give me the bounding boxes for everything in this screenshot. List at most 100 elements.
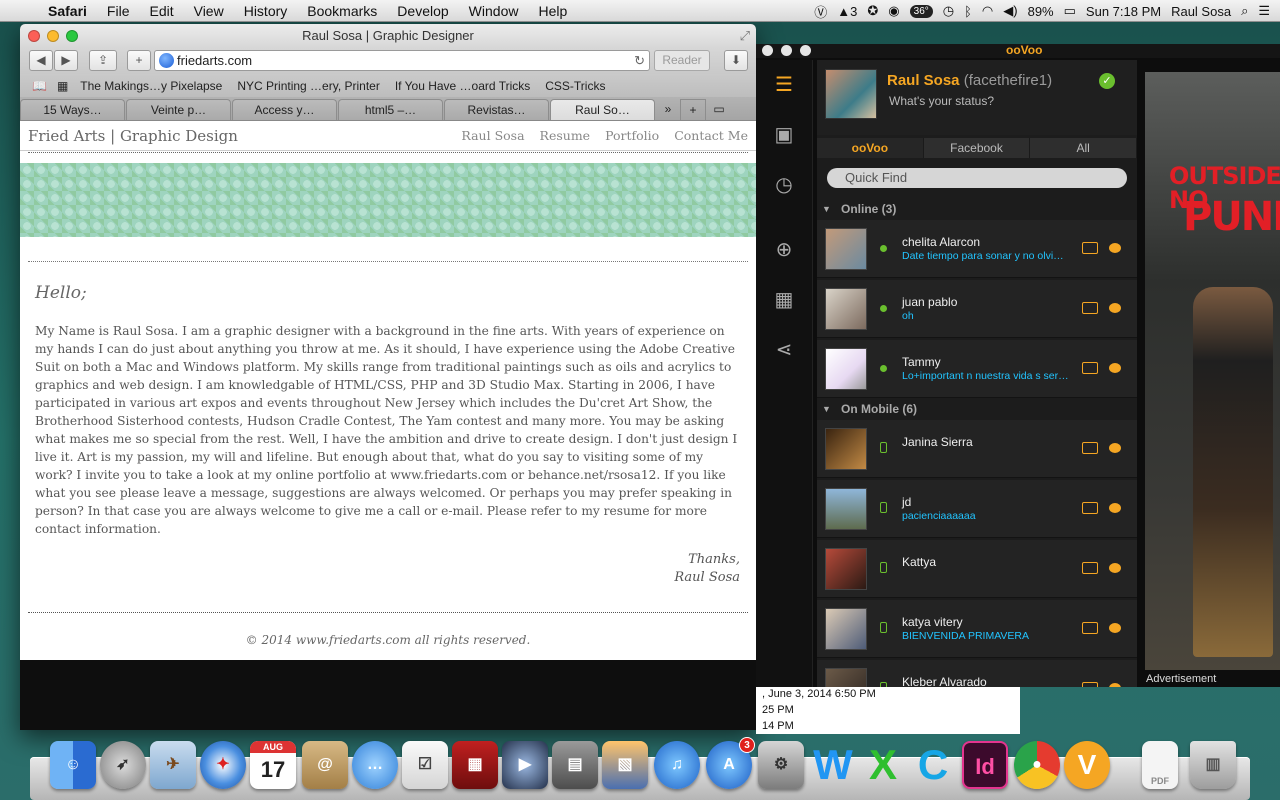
launchpad-icon[interactable]: ➶ — [100, 741, 146, 789]
bookmark-item[interactable]: The Makings…y Pixelapse — [80, 79, 222, 93]
chat-bubble-icon[interactable] — [1109, 683, 1121, 687]
status-prompt[interactable]: What's your status? — [889, 94, 994, 108]
tab[interactable]: 15 Ways… — [20, 99, 125, 120]
reminders-icon[interactable]: ☑ — [402, 741, 448, 789]
filter-tab-facebook[interactable]: Facebook — [923, 138, 1031, 158]
chat-bubble-icon[interactable] — [1109, 443, 1121, 453]
reload-icon[interactable]: ↻ — [634, 51, 645, 70]
tab[interactable]: Revistas… — [444, 99, 549, 120]
messages-icon[interactable]: … — [352, 741, 398, 789]
chat-bubble-icon[interactable] — [1109, 243, 1121, 253]
quick-find-input[interactable]: Quick Find — [827, 168, 1127, 188]
contact-row[interactable]: katya vitery BIENVENIDA PRIMAVERA — [817, 600, 1137, 658]
wifi-icon[interactable]: ◠ — [982, 3, 993, 19]
bookmark-item[interactable]: NYC Printing …ery, Printer — [237, 79, 379, 93]
video-call-icon[interactable] — [1082, 622, 1098, 634]
menu-bookmarks[interactable]: Bookmarks — [297, 3, 387, 19]
facetime-icon[interactable]: ▶ — [502, 741, 548, 789]
oovoo-dock-icon[interactable]: V — [1064, 741, 1110, 789]
adobe-icon[interactable]: ▲3 — [837, 4, 857, 19]
chrome-icon[interactable]: ● — [1014, 741, 1060, 789]
photo-booth-icon[interactable]: ▦ — [452, 741, 498, 789]
notification-panel[interactable]: , June 3, 2014 6:50 PM 25 PM 14 PM — [756, 686, 1020, 734]
filter-tab-oovoo[interactable]: ooVoo — [817, 138, 924, 158]
chat-bubble-icon[interactable] — [1109, 303, 1121, 313]
chat-bubble-icon[interactable] — [1109, 503, 1121, 513]
bookmark-item[interactable]: If You Have …oard Tricks — [395, 79, 530, 93]
time-machine-icon[interactable]: ◷ — [943, 3, 954, 19]
menu-history[interactable]: History — [234, 3, 298, 19]
downloads-button[interactable]: ⬇ — [724, 50, 748, 71]
spotlight-search-icon[interactable]: ⌕ — [1241, 3, 1248, 19]
reader-button[interactable]: Reader — [654, 50, 710, 71]
profile-avatar[interactable] — [825, 69, 877, 119]
nav-link-contact[interactable]: Contact Me — [674, 128, 748, 143]
safari-compass-icon[interactable]: ✦ — [200, 741, 246, 789]
top-sites-icon[interactable]: ▦ — [57, 79, 68, 93]
indesign-icon[interactable]: Id — [962, 741, 1008, 789]
app-store-icon[interactable]: A3 — [706, 737, 755, 789]
zoom-button[interactable] — [66, 30, 78, 42]
video-call-icon[interactable] — [1082, 502, 1098, 514]
share-icon[interactable]: ⋖ — [768, 335, 800, 365]
menu-window[interactable]: Window — [459, 3, 529, 19]
menu-app-safari[interactable]: Safari — [38, 3, 97, 19]
bookmark-item[interactable]: CSS-Tricks — [545, 79, 605, 93]
online-status-check-icon[interactable]: ✓ — [1099, 73, 1115, 89]
address-book-icon[interactable]: ▣ — [768, 120, 800, 150]
reading-list-icon[interactable]: 📖 — [32, 79, 47, 93]
forward-button[interactable]: ▶ — [54, 50, 78, 71]
video-call-icon[interactable] — [1082, 302, 1098, 314]
address-bar[interactable]: friedarts.com ↻ — [154, 50, 650, 71]
add-contact-icon[interactable]: ⊕ — [768, 235, 800, 265]
site-logo[interactable]: Fried Arts | Graphic Design — [28, 127, 238, 145]
cloud-c-icon[interactable]: C — [910, 741, 956, 789]
nav-link-resume[interactable]: Resume — [540, 128, 591, 143]
tab[interactable]: html5 –… — [338, 99, 443, 120]
group-header-mobile[interactable]: ▼ On Mobile (6) — [817, 400, 1137, 418]
trash-icon[interactable]: ▥ — [1190, 741, 1236, 789]
menu-develop[interactable]: Develop — [387, 3, 458, 19]
share-button[interactable]: ⇪ — [89, 50, 117, 71]
tab-active[interactable]: Raul So… — [550, 99, 655, 120]
chat-bubble-icon[interactable] — [1109, 623, 1121, 633]
video-call-icon[interactable] — [1082, 442, 1098, 454]
system-preferences-icon[interactable]: ⚙ — [758, 741, 804, 789]
oovoo-close-button[interactable] — [762, 45, 773, 56]
advertisement-banner[interactable]: OUTSIDE NO PUNK — [1145, 72, 1280, 670]
tab[interactable]: Veinte p… — [126, 99, 231, 120]
bluetooth-icon[interactable]: ᛒ — [964, 4, 972, 19]
new-tab-button[interactable]: + — [127, 50, 151, 71]
chat-bubble-icon[interactable] — [1109, 363, 1121, 373]
add-tab-button[interactable]: + — [680, 99, 706, 120]
notification-center-icon[interactable]: ☰ — [1258, 3, 1270, 19]
contact-row[interactable]: Kleber Alvarado — [817, 660, 1137, 687]
user-menu[interactable]: Raul Sosa — [1171, 4, 1231, 19]
tab[interactable]: Access y… — [232, 99, 337, 120]
contact-row[interactable]: Janina Sierra — [817, 420, 1137, 478]
battery-percent[interactable]: 89% — [1028, 4, 1054, 19]
close-button[interactable] — [28, 30, 40, 42]
fullscreen-icon[interactable]: ⤢ — [740, 24, 750, 48]
back-button[interactable]: ◀ — [29, 50, 53, 71]
contact-row[interactable]: Kattya — [817, 540, 1137, 598]
video-call-icon[interactable] — [1082, 682, 1098, 687]
eye-icon[interactable]: ◉ — [888, 3, 899, 19]
vectorize-icon[interactable]: Ⓥ — [814, 2, 827, 21]
menu-view[interactable]: View — [184, 3, 234, 19]
word-icon[interactable]: W — [810, 741, 856, 789]
calendar-icon[interactable]: AUG 17 — [250, 741, 296, 789]
history-clock-icon[interactable]: ◷ — [768, 170, 800, 200]
more-tabs-icon[interactable]: » — [656, 98, 680, 120]
finder-icon[interactable]: ☺ — [50, 741, 96, 789]
apps-grid-icon[interactable]: ▦ — [768, 285, 800, 315]
iphoto-icon[interactable]: ▧ — [602, 741, 648, 789]
contacts-book-icon[interactable]: @ — [302, 741, 348, 789]
itunes-icon[interactable]: ♫ — [654, 741, 700, 789]
excel-icon[interactable]: X — [860, 741, 906, 789]
volume-icon[interactable]: ◀) — [1003, 3, 1017, 19]
pdf-document-icon[interactable]: PDF — [1142, 741, 1178, 789]
oovoo-minimize-button[interactable] — [781, 45, 792, 56]
filter-tab-all[interactable]: All — [1030, 138, 1138, 158]
tab-view-icon[interactable]: ▭ — [706, 98, 732, 120]
